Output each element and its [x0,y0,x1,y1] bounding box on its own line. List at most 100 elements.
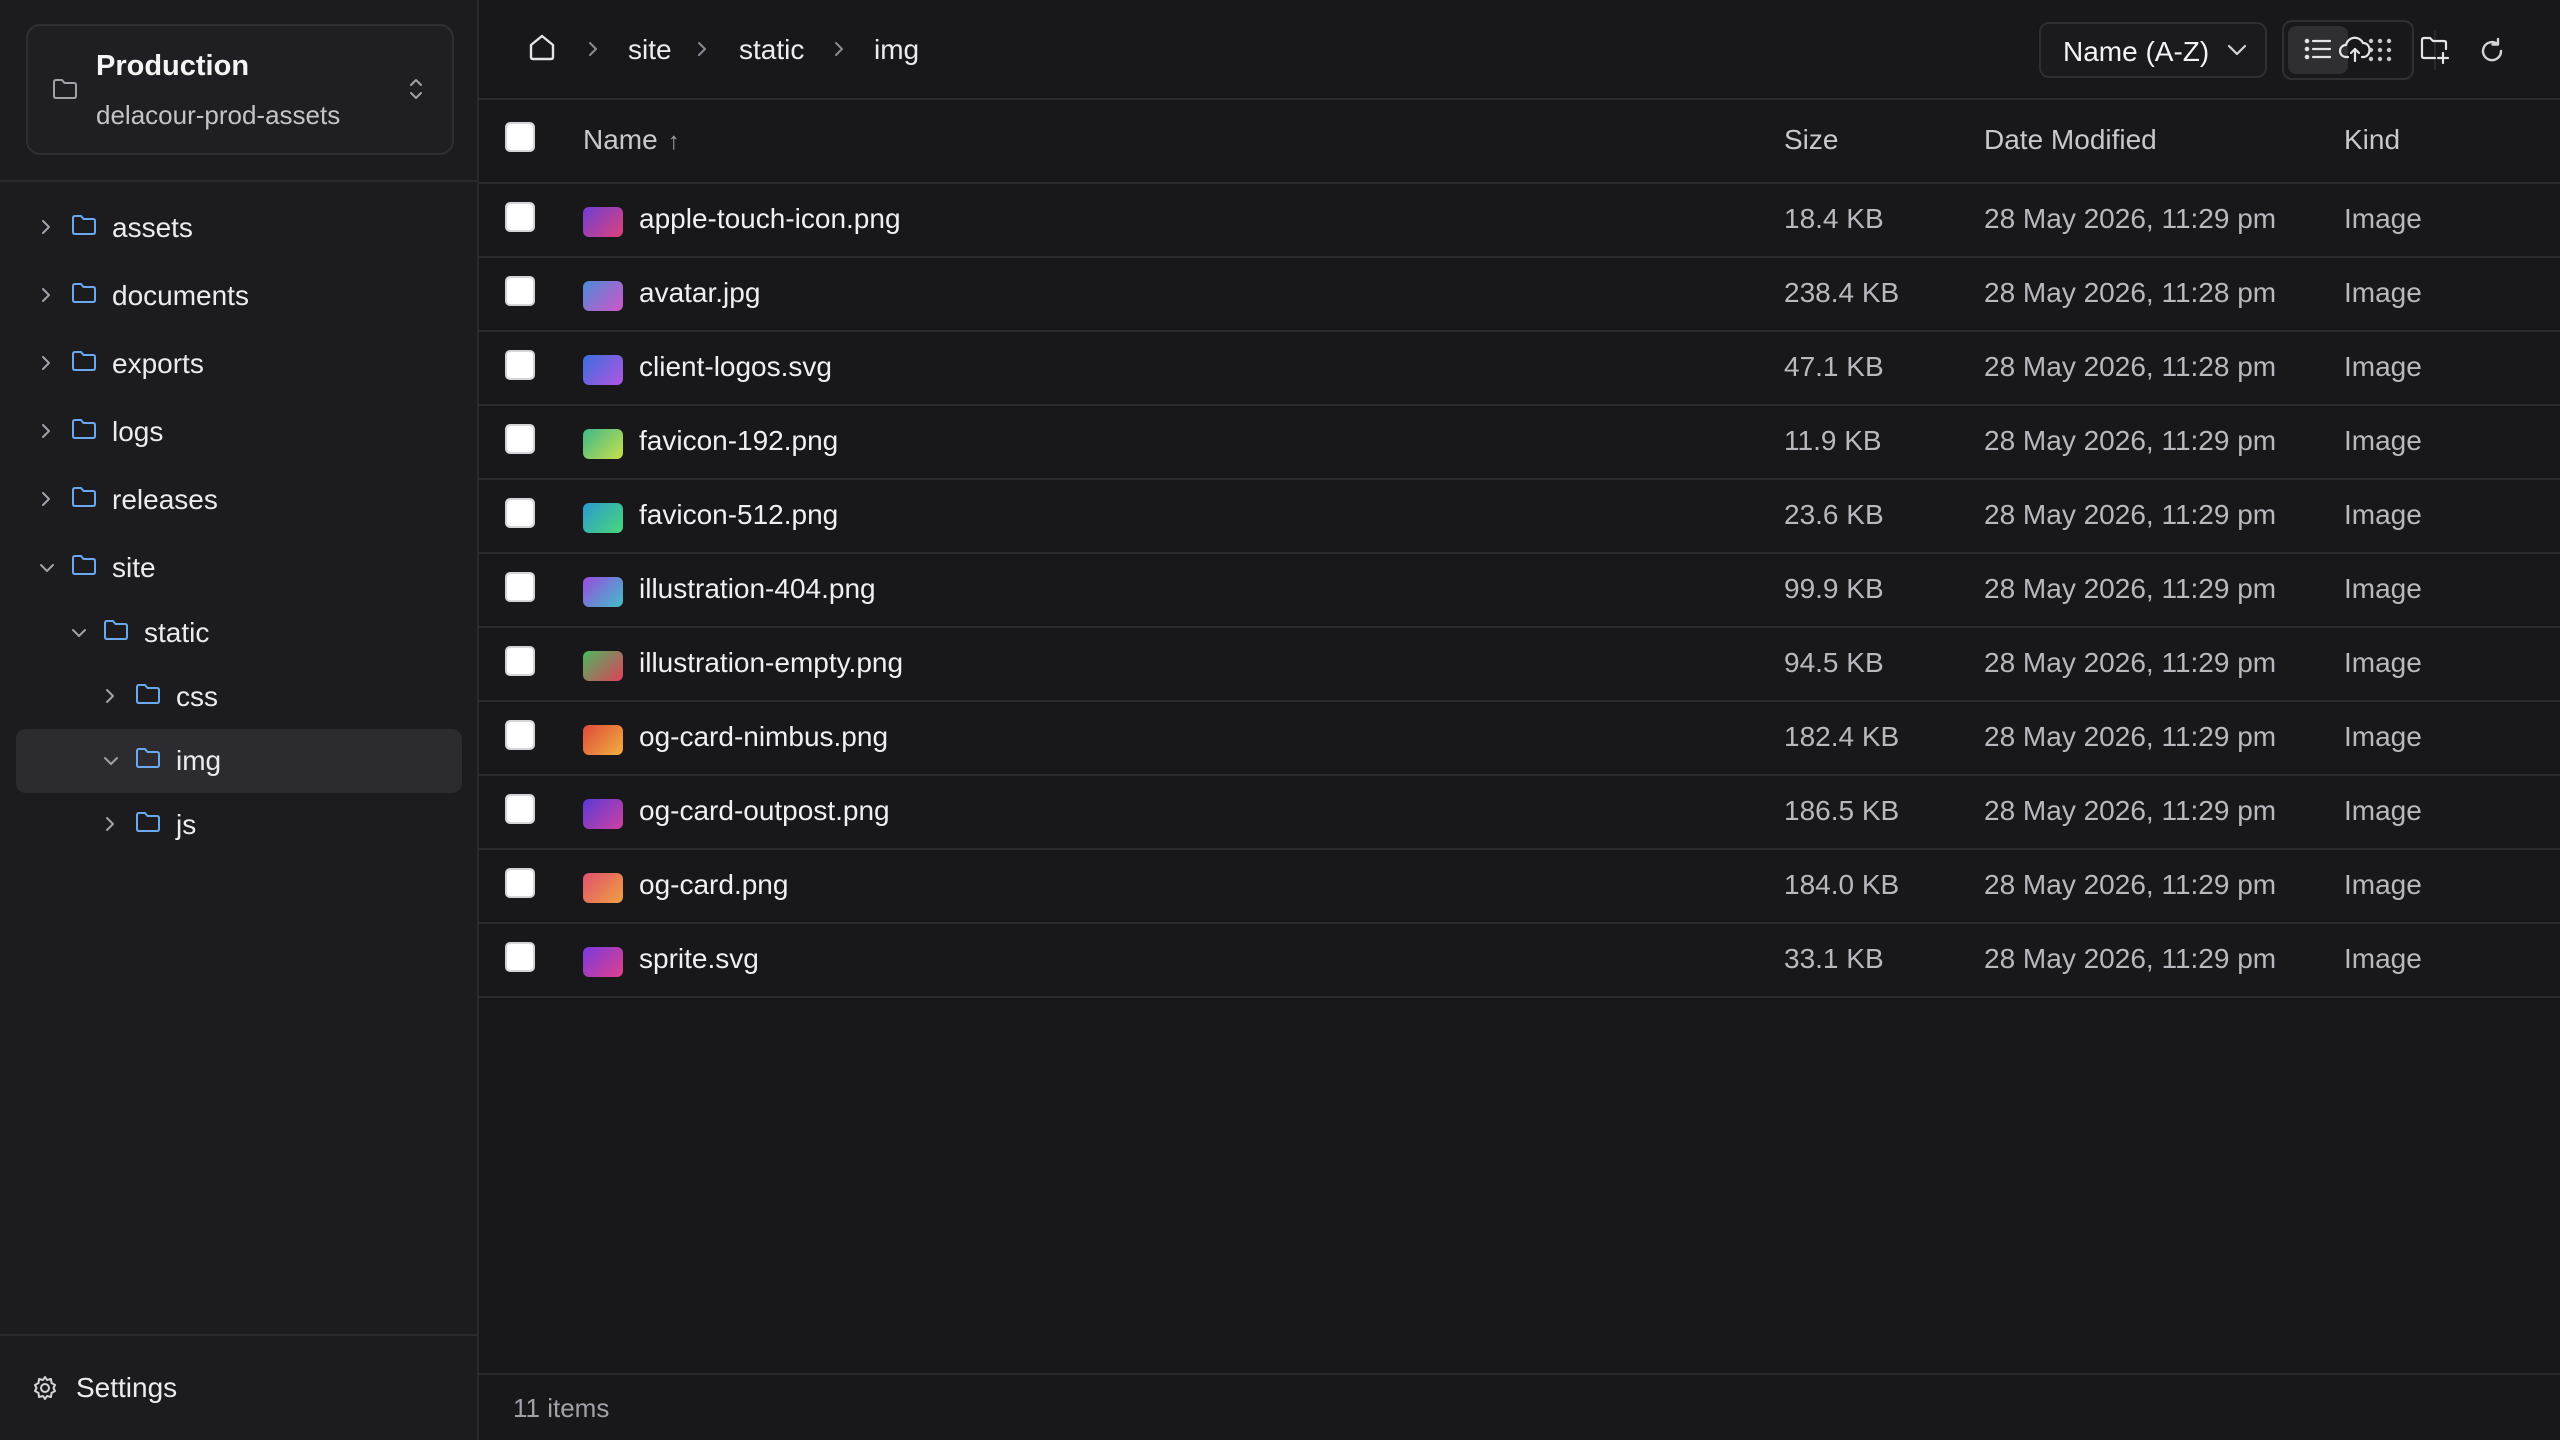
column-date-modified[interactable]: Date Modified [1984,124,2157,156]
item-count: 11 items [513,1393,610,1423]
tree-item-assets[interactable]: assets [16,196,462,260]
settings-label: Settings [76,1372,178,1403]
column-name[interactable]: Name ↑ [583,124,680,156]
file-kind: Image [2344,721,2422,752]
file-name: sprite.svg [639,943,759,974]
select-all-checkbox[interactable] [505,122,535,152]
table-row[interactable]: illustration-empty.png 94.5 KB 28 May 2026… [479,628,2560,702]
tree-item-css[interactable]: css [16,665,462,729]
chevron-right-icon [833,40,845,58]
chevron-right-icon[interactable] [40,218,52,236]
file-size: 47.1 KB [1784,351,1884,382]
image-thumbnail-icon [583,947,623,977]
upload-button[interactable] [2331,28,2379,72]
folder-icon [71,486,97,508]
row-checkbox[interactable] [505,498,535,528]
chevron-right-icon[interactable] [40,354,52,372]
file-name: client-logos.svg [639,351,832,382]
chevron-right-icon[interactable] [40,286,52,304]
table-row[interactable]: favicon-192.png 11.9 KB 28 May 2026, 11:29… [479,406,2560,480]
tree-item-label: assets [112,212,193,243]
column-kind[interactable]: Kind [2344,124,2400,156]
image-thumbnail-icon [583,503,623,533]
refresh-button[interactable] [2471,30,2515,74]
row-checkbox[interactable] [505,572,535,602]
table-row[interactable]: client-logos.svg 47.1 KB 28 May 2026, 11:2… [479,332,2560,406]
table-row[interactable]: og-card.png 184.0 KB 28 May 2026, 11:29 pm… [479,850,2560,924]
tree-item-label: static [144,617,210,648]
table-row[interactable]: avatar.jpg 238.4 KB 28 May 2026, 11:28 pm I… [479,258,2560,332]
file-date-modified: 28 May 2026, 11:28 pm [1984,351,2277,382]
table-row[interactable]: apple-touch-icon.png 18.4 KB 28 May 2026, … [479,184,2560,258]
sidebar: Production delacour-prod-assets assets do… [0,0,479,1440]
file-date-modified: 28 May 2026, 11:29 pm [1984,647,2277,678]
tree-item-logs[interactable]: logs [16,400,462,464]
file-size: 33.1 KB [1784,943,1884,974]
folder-icon [71,554,97,576]
folder-icon [71,418,97,440]
status-bar: 11 items [479,1373,2560,1440]
file-name: apple-touch-icon.png [639,203,901,234]
row-checkbox[interactable] [505,794,535,824]
tree-item-static[interactable]: static [16,601,462,665]
chevron-down-icon [2227,43,2247,57]
chevron-right-icon [587,40,599,58]
row-checkbox[interactable] [505,276,535,306]
image-thumbnail-icon [583,725,623,755]
breadcrumb-site[interactable]: site [628,34,672,66]
folder-icon [135,683,161,705]
chevron-right-icon[interactable] [104,687,116,705]
row-checkbox[interactable] [505,942,535,972]
chevron-down-icon[interactable] [102,755,120,767]
image-thumbnail-icon [583,429,623,459]
breadcrumb-img[interactable]: img [874,34,919,66]
home-icon[interactable] [527,32,557,62]
file-name: favicon-512.png [639,499,839,530]
tree-item-exports[interactable]: exports [16,332,462,396]
file-kind: Image [2344,573,2422,604]
file-name: og-card-outpost.png [639,795,890,826]
sort-select[interactable]: Name (A-Z) [2039,22,2267,78]
table-body: apple-touch-icon.png 18.4 KB 28 May 2026, … [479,184,2560,998]
tree-item-img[interactable]: img [16,729,462,793]
folder-icon [71,350,97,372]
table-row[interactable]: og-card-nimbus.png 182.4 KB 28 May 2026, 1… [479,702,2560,776]
breadcrumb-static[interactable]: static [739,34,804,66]
image-thumbnail-icon [583,207,623,237]
chevron-right-icon[interactable] [104,815,116,833]
sidebar-divider [0,1334,477,1336]
file-size: 186.5 KB [1784,795,1900,826]
file-kind: Image [2344,277,2422,308]
table-row[interactable]: sprite.svg 33.1 KB 28 May 2026, 11:29 pm Im… [479,924,2560,998]
table-row[interactable]: og-card-outpost.png 186.5 KB 28 May 2026, … [479,776,2560,850]
chevron-right-icon[interactable] [40,422,52,440]
refresh-icon [2471,36,2515,66]
row-checkbox[interactable] [505,350,535,380]
tree-item-documents[interactable]: documents [16,264,462,328]
file-kind: Image [2344,499,2422,530]
chevron-right-icon[interactable] [40,490,52,508]
bucket-switcher[interactable]: Production delacour-prod-assets [26,24,454,155]
row-checkbox[interactable] [505,646,535,676]
new-folder-button[interactable] [2411,28,2459,72]
image-thumbnail-icon [583,873,623,903]
table-row[interactable]: favicon-512.png 23.6 KB 28 May 2026, 11:29… [479,480,2560,554]
table-row[interactable]: illustration-404.png 99.9 KB 28 May 2026, … [479,554,2560,628]
chevron-down-icon[interactable] [38,562,56,574]
column-name-label: Name [583,124,658,155]
file-name: illustration-empty.png [639,647,904,678]
tree-item-releases[interactable]: releases [16,468,462,532]
file-size: 184.0 KB [1784,869,1900,900]
cloud-upload-icon [2331,32,2379,66]
column-size[interactable]: Size [1784,124,1838,156]
settings-button[interactable]: Settings [20,1364,320,1412]
row-checkbox[interactable] [505,868,535,898]
tree-item-site[interactable]: site [16,536,462,600]
row-checkbox[interactable] [505,202,535,232]
tree-item-label: documents [112,280,249,311]
chevron-down-icon[interactable] [70,627,88,639]
row-checkbox[interactable] [505,424,535,454]
row-checkbox[interactable] [505,720,535,750]
tree-item-js[interactable]: js [16,793,462,857]
file-kind: Image [2344,869,2422,900]
